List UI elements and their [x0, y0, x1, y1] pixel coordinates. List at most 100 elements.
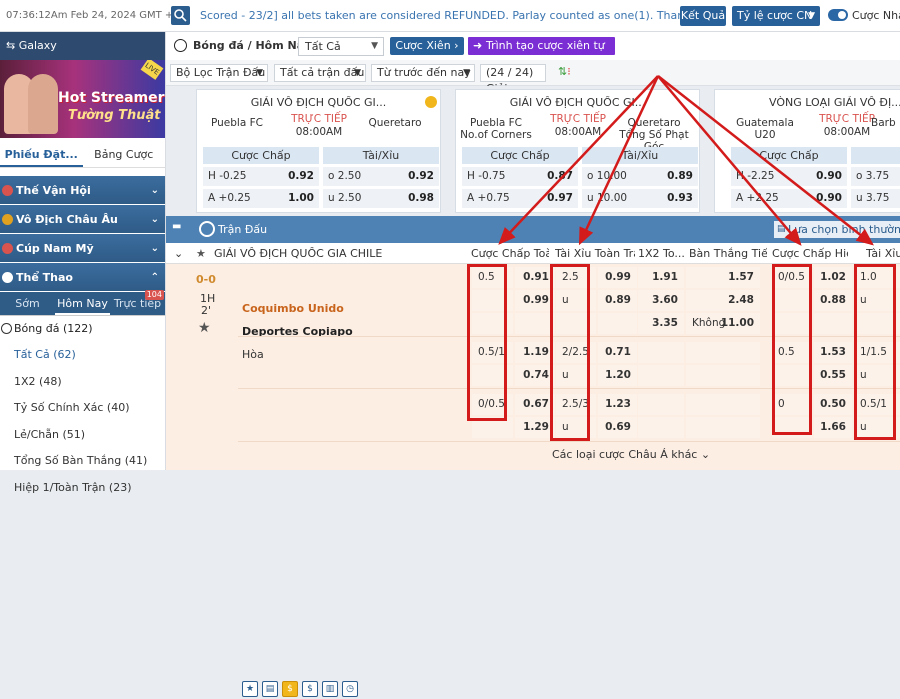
ou-1h-line[interactable]: u — [854, 365, 900, 386]
card-league: GIẢI VÔ ĐỊCH QUỐC GI... — [509, 96, 646, 109]
match-filter-select[interactable]: Bộ Lọc Trận Đấu ▼ — [170, 64, 268, 82]
auto-parlay-button[interactable]: ➜Trình tạo cược xiên tự động — [468, 37, 615, 70]
odds-cell[interactable]: H -0.75 0.87 — [462, 167, 578, 186]
menu-item-odd-even[interactable]: Lẻ/Chẵn (51) — [0, 422, 165, 449]
handicap-1h-price[interactable]: 1.02 — [814, 267, 852, 288]
odds-type-select[interactable]: Tỷ lệ cược CN ▼ — [732, 6, 820, 26]
odds-cell[interactable]: A +2.25 0.90 — [731, 189, 847, 208]
parlay-button[interactable]: Cược Xiên › — [390, 37, 464, 55]
ou-line[interactable]: 2.5 — [556, 267, 596, 288]
1x2-price[interactable]: 3.35 — [638, 313, 684, 334]
tab-odds-board[interactable]: Bảng Cược — [83, 142, 166, 167]
sort-icon[interactable]: ⇅⁝ — [558, 65, 571, 78]
handicap-1h-line[interactable]: 0.5 — [772, 342, 812, 363]
ou-1h-line[interactable]: u — [854, 290, 900, 311]
odds-cell[interactable]: o 10.00 0.89 — [582, 167, 698, 186]
handicap-price[interactable]: 0.91 — [515, 267, 555, 288]
sport-football[interactable]: Bóng đá (122) — [0, 316, 165, 342]
tab-live[interactable]: Trực tiếp 104 — [110, 290, 165, 315]
star-icon[interactable]: ★ — [196, 247, 206, 260]
ou-line[interactable]: 2.5/3 — [556, 394, 596, 415]
ou-price[interactable]: 0.69 — [598, 417, 637, 438]
handicap-1h-line[interactable]: 0/0.5 — [772, 267, 812, 288]
menu-item-ht-ft[interactable]: Hiệp 1/Toàn Trận (23) — [0, 475, 165, 502]
handicap-1h-price[interactable]: 0.55 — [814, 365, 852, 386]
quick-bet-toggle[interactable] — [828, 9, 848, 21]
odds-cell[interactable]: A +0.75 0.97 — [462, 189, 578, 208]
handicap-1h-line[interactable]: 0 — [772, 394, 812, 415]
next-goal-price[interactable]: 1.57 — [686, 267, 760, 288]
odds-cell[interactable]: o 3.75 — [851, 167, 900, 186]
promo-banner[interactable]: Hot Streamer Tường Thuật LIVE — [0, 60, 165, 138]
dollar-icon[interactable]: $ — [302, 681, 318, 697]
menu-item-total-goals[interactable]: Tổng Số Bàn Thắng (41) — [0, 448, 165, 475]
tab-bet-slip[interactable]: Phiếu Đặt... ▼ — [0, 142, 83, 186]
ou-price[interactable]: 0.89 — [598, 290, 637, 311]
odds-cell[interactable]: u 3.75 — [851, 189, 900, 208]
ou-price[interactable]: 0.99 — [598, 267, 637, 288]
menu-icon[interactable]: ⇆ — [6, 39, 19, 52]
category-euro[interactable]: Vô Địch Châu Âu ⌄ — [0, 205, 165, 234]
more-markets-link[interactable]: Các loại cược Châu Á khác ⌄ — [552, 448, 710, 461]
odds-cell[interactable]: u 10.00 0.93 — [582, 189, 698, 208]
ou-price[interactable]: 0.71 — [598, 342, 637, 363]
ou-1h-line[interactable]: u — [854, 417, 900, 438]
handicap-price[interactable]: 1.29 — [515, 417, 555, 438]
featured-card[interactable]: GIẢI VÔ ĐỊCH QUỐC GI... Puebla FC No.of … — [455, 89, 700, 213]
collapse-icon[interactable]: ▬ — [172, 221, 181, 232]
market-select[interactable]: Tất Cả ▼ — [298, 37, 384, 56]
tab-today[interactable]: Hôm Nay — [55, 292, 110, 315]
odds-cell[interactable]: H -0.25 0.92 — [203, 167, 319, 186]
coin-icon[interactable]: $ — [282, 681, 298, 697]
chevron-down-icon[interactable]: ⌄ — [174, 247, 183, 260]
league-count-button[interactable]: (24 / 24) Giải — [480, 64, 546, 95]
view-option-select[interactable]: ▤ Lựa chọn bình thường — [774, 221, 900, 238]
category-sports[interactable]: Thể Thao ⌃ — [0, 263, 165, 292]
all-matches-select[interactable]: Tất cả trận đấu ▼ — [274, 64, 366, 82]
ou-1h-line[interactable]: 1.0 — [854, 267, 900, 288]
handicap-1h-price[interactable]: 0.88 — [814, 290, 852, 311]
handicap-price[interactable]: 0.74 — [515, 365, 555, 386]
odds-cell[interactable]: u 2.50 0.98 — [323, 189, 439, 208]
menu-item-1x2[interactable]: 1X2 (48) — [0, 369, 165, 396]
handicap-1h-price[interactable]: 0.50 — [814, 394, 852, 415]
handicap-1h-price[interactable]: 1.53 — [814, 342, 852, 363]
results-button[interactable]: Kết Quả — [680, 6, 726, 26]
next-goal-price[interactable]: 2.48 — [686, 290, 760, 311]
handicap-line[interactable]: 0.5/1 — [472, 342, 513, 363]
time-range-select[interactable]: Từ trước đến nay ▼ — [371, 64, 475, 82]
handicap-line[interactable]: 0/0.5 — [472, 394, 513, 415]
featured-card[interactable]: VÒNG LOẠI GIẢI VÔ ĐỊ... Guatemala U20 TR… — [714, 89, 900, 213]
ou-price[interactable]: 1.23 — [598, 394, 637, 415]
handicap-price — [515, 313, 555, 334]
menu-item-all[interactable]: Tất Cả (62) — [0, 342, 165, 369]
handicap-price[interactable]: 0.99 — [515, 290, 555, 311]
ou-line[interactable]: u — [556, 417, 596, 438]
category-olympics[interactable]: Thế Vận Hội ⌄ — [0, 176, 165, 205]
odds-cell[interactable]: A +0.25 1.00 — [203, 189, 319, 208]
ou-1h-line[interactable]: 0.5/1 — [854, 394, 900, 415]
ou-line[interactable]: u — [556, 365, 596, 386]
ou-price[interactable]: 1.20 — [598, 365, 637, 386]
category-copa[interactable]: Cúp Nam Mỹ ⌄ — [0, 234, 165, 263]
1x2-price[interactable]: 3.60 — [638, 290, 684, 311]
odds-cell[interactable]: o 2.50 0.92 — [323, 167, 439, 186]
chart-icon[interactable]: ▥ — [322, 681, 338, 697]
featured-card[interactable]: GIẢI VÔ ĐỊCH QUỐC GI... Puebla FC TRỰC T… — [196, 89, 441, 213]
search-icon[interactable] — [171, 6, 190, 25]
tab-early[interactable]: Sớm — [0, 292, 55, 315]
handicap-price[interactable]: 1.19 — [515, 342, 555, 363]
handicap-price[interactable]: 0.67 — [515, 394, 555, 415]
history-icon[interactable]: ◷ — [342, 681, 358, 697]
star-icon[interactable]: ★ — [242, 681, 258, 697]
star-icon[interactable]: ★ — [198, 320, 211, 336]
handicap-1h-price[interactable]: 1.66 — [814, 417, 852, 438]
ou-line[interactable]: 2/2.5 — [556, 342, 596, 363]
1x2-price[interactable]: 1.91 — [638, 267, 684, 288]
handicap-line[interactable]: 0.5 — [472, 267, 513, 288]
ou-1h-line[interactable]: 1/1.5 — [854, 342, 900, 363]
ou-line[interactable]: u — [556, 290, 596, 311]
stats-icon[interactable]: ▤ — [262, 681, 278, 697]
odds-cell[interactable]: H -2.25 0.90 — [731, 167, 847, 186]
menu-item-correct-score[interactable]: Tỷ Số Chính Xác (40) — [0, 395, 165, 422]
